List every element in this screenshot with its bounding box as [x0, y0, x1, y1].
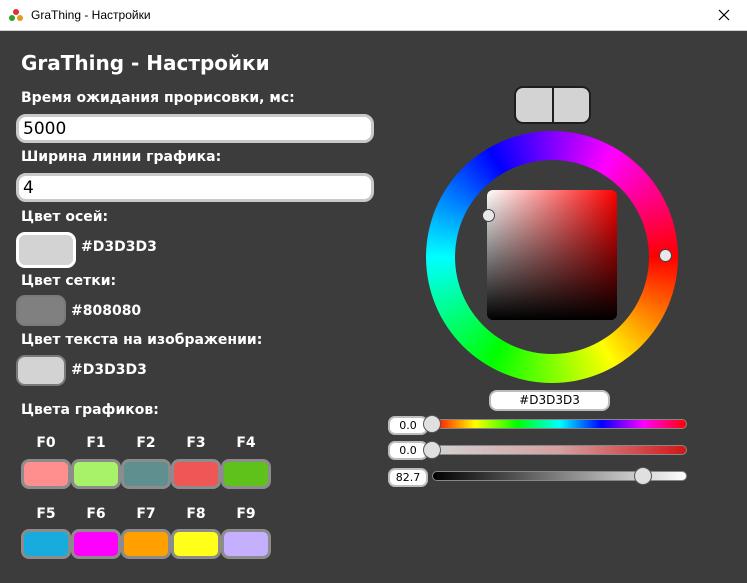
render-timeout-input[interactable]: [23, 118, 353, 140]
axes-color-hex: #D3D3D3: [81, 239, 157, 255]
saturation-slider-knob[interactable]: [423, 441, 441, 459]
window-title: GraThing - Настройки: [31, 8, 151, 22]
hue-slider-track[interactable]: [432, 419, 687, 429]
color-compare-toggle[interactable]: [514, 86, 591, 124]
text-color-hex: #D3D3D3: [71, 362, 147, 378]
graph-color-swatch-f4[interactable]: [221, 459, 271, 489]
graph-color-label-f1: F1: [86, 435, 106, 451]
graph-color-swatch-f0[interactable]: [21, 459, 71, 489]
line-width-field[interactable]: [16, 173, 374, 202]
app-logo-icon: [9, 9, 23, 21]
saturation-slider-track[interactable]: [432, 445, 687, 455]
graph-color-label-f9: F9: [236, 506, 256, 522]
text-color-label: Цвет текста на изображении:: [21, 332, 263, 348]
brightness-slider-knob[interactable]: [634, 467, 652, 485]
hue-slider-knob[interactable]: [423, 415, 441, 433]
hue-wheel-handle[interactable]: [659, 249, 672, 262]
render-timeout-label: Время ожидания прорисовки, мс:: [21, 90, 295, 106]
graph-color-swatch-f6[interactable]: [71, 529, 121, 559]
graph-color-label-f2: F2: [136, 435, 156, 451]
grid-color-swatch[interactable]: [16, 295, 66, 326]
toggle-divider: [552, 88, 554, 122]
graph-color-swatch-f7[interactable]: [121, 529, 171, 559]
graph-colors-label: Цвета графиков:: [21, 402, 159, 418]
render-timeout-field[interactable]: [16, 114, 374, 143]
graph-color-label-f7: F7: [136, 506, 156, 522]
graph-color-label-f3: F3: [186, 435, 206, 451]
saturation-value-square[interactable]: [487, 190, 617, 320]
graph-color-swatch-f3[interactable]: [171, 459, 221, 489]
close-icon: [718, 9, 730, 21]
graph-color-label-f4: F4: [236, 435, 256, 451]
graph-color-label-f8: F8: [186, 506, 206, 522]
graph-color-swatch-f1[interactable]: [71, 459, 121, 489]
text-color-swatch[interactable]: [16, 355, 66, 386]
brightness-value-box[interactable]: 82.7: [388, 468, 428, 487]
saturation-value-box[interactable]: 0.0: [388, 441, 428, 460]
close-button[interactable]: [701, 0, 747, 30]
graph-color-swatch-f2[interactable]: [121, 459, 171, 489]
axes-color-label: Цвет осей:: [21, 209, 109, 225]
line-width-input[interactable]: [23, 177, 353, 199]
grid-color-hex: #808080: [71, 303, 142, 319]
graph-color-swatch-f8[interactable]: [171, 529, 221, 559]
hex-input[interactable]: #D3D3D3: [489, 390, 610, 411]
page-title: GraThing - Настройки: [21, 51, 270, 75]
line-width-label: Ширина линии графика:: [21, 149, 222, 165]
saturation-value-handle[interactable]: [482, 209, 495, 222]
graph-color-label-f0: F0: [36, 435, 56, 451]
axes-color-swatch[interactable]: [16, 232, 76, 268]
grid-color-label: Цвет сетки:: [21, 273, 117, 289]
graph-color-swatch-f9[interactable]: [221, 529, 271, 559]
graph-color-label-f6: F6: [86, 506, 106, 522]
window-titlebar: GraThing - Настройки: [0, 0, 747, 31]
graph-color-swatch-f5[interactable]: [21, 529, 71, 559]
hue-value-box[interactable]: 0.0: [388, 416, 428, 435]
graph-color-label-f5: F5: [36, 506, 56, 522]
